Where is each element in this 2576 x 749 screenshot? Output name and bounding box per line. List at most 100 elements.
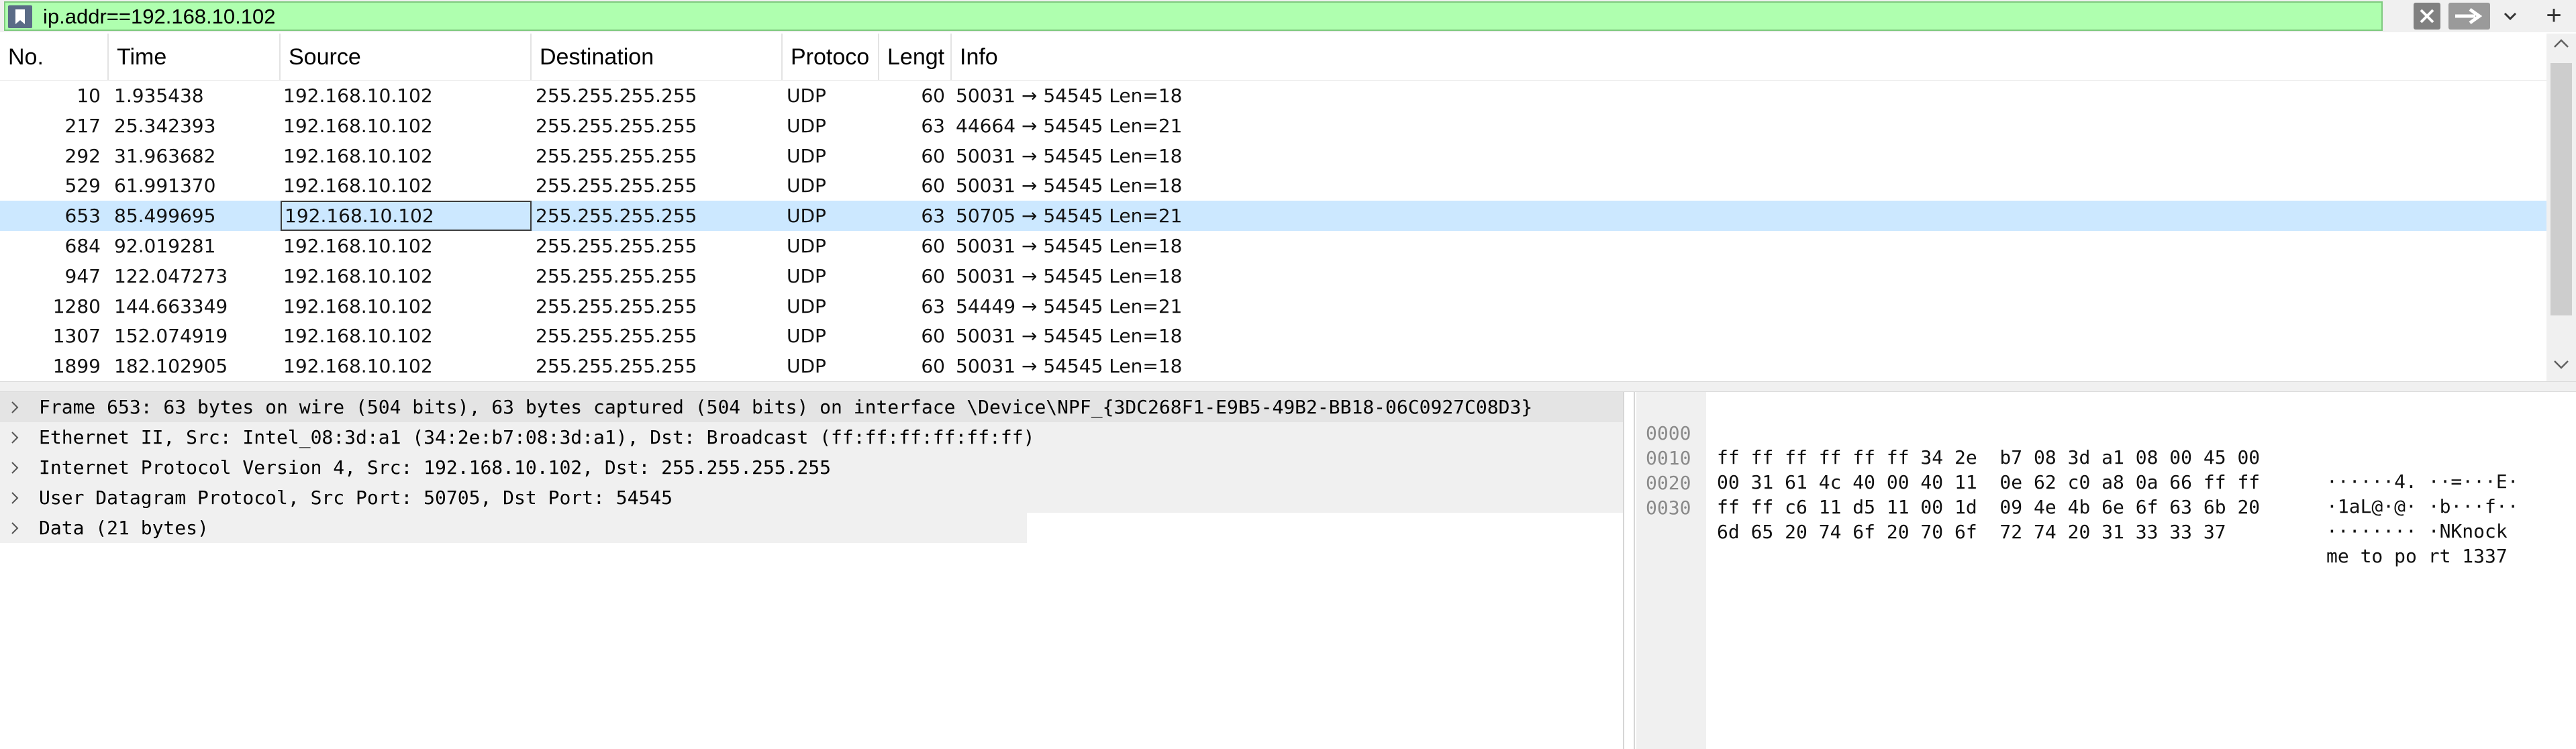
- cell-time: 61.991370: [114, 174, 216, 197]
- cell-protocol: UDP: [787, 205, 826, 228]
- cell-time: 182.102905: [114, 355, 228, 378]
- column-header-source[interactable]: Source: [281, 34, 532, 81]
- plus-icon[interactable]: +: [2534, 0, 2573, 32]
- display-filter-input[interactable]: ip.addr==192.168.10.102: [4, 1, 2383, 31]
- packet-list: No. Time Source Destination Protoco Leng…: [0, 34, 2576, 381]
- packet-row[interactable]: 217 25.342393 192.168.10.102 255.255.255.25…: [0, 111, 2546, 141]
- tree-item-ipv4[interactable]: Internet Protocol Version 4, Src: 192.16…: [0, 452, 1623, 483]
- cell-source: 192.168.10.102: [283, 174, 433, 197]
- hex-offset: 0030: [1646, 497, 1691, 519]
- cell-protocol: UDP: [787, 144, 826, 167]
- cell-destination: 255.255.255.255: [536, 85, 697, 107]
- cell-info: 44664 → 54545 Len=21: [956, 114, 1183, 137]
- tree-item-udp[interactable]: User Datagram Protocol, Src Port: 50705,…: [0, 483, 1623, 513]
- expand-arrow-icon[interactable]: [11, 401, 19, 414]
- cell-time: 31.963682: [114, 144, 216, 167]
- tree-item-ethernet[interactable]: Ethernet II, Src: Intel_08:3d:a1 (34:2e:…: [0, 422, 1623, 452]
- cell-destination: 255.255.255.255: [536, 114, 697, 137]
- hex-bytes[interactable]: 6d 65 20 74 6f 20 70 6f 72 74 20 31 33 3…: [1717, 520, 2226, 544]
- packet-row[interactable]: 10 1.935438 192.168.10.102 255.255.255.255 U…: [0, 81, 2546, 111]
- packet-list-scrollbar[interactable]: [2546, 34, 2576, 381]
- cell-length: 60: [921, 325, 945, 348]
- cell-length: 60: [921, 355, 945, 378]
- scrollbar-thumb[interactable]: [2550, 63, 2572, 315]
- cell-destination: 255.255.255.255: [536, 325, 697, 348]
- cell-time: 85.499695: [114, 205, 216, 228]
- packet-row[interactable]: 1307 152.074919 192.168.10.102 255.255.255.…: [0, 321, 2546, 351]
- pane-divider[interactable]: [1626, 392, 1635, 749]
- hex-bytes[interactable]: ff ff ff ff ff ff 34 2e b7 08 3d a1 08 0…: [1717, 446, 2260, 470]
- cell-length: 60: [921, 235, 945, 257]
- cell-no: 292: [64, 144, 101, 167]
- packet-row[interactable]: 1899 182.102905 192.168.10.102 255.255.255.…: [0, 351, 2546, 381]
- cell-no: 10: [77, 85, 101, 107]
- cell-source: 192.168.10.102: [283, 235, 433, 257]
- expand-arrow-icon[interactable]: [11, 491, 19, 505]
- cell-no: 684: [64, 235, 101, 257]
- cell-no: 947: [64, 264, 101, 287]
- cell-destination: 255.255.255.255: [536, 235, 697, 257]
- scroll-down-icon[interactable]: [2553, 360, 2569, 369]
- cell-no: 1307: [52, 325, 101, 348]
- tree-item-label: Data (21 bytes): [39, 517, 209, 539]
- clear-x-icon[interactable]: [2414, 3, 2440, 30]
- hex-ascii[interactable]: ······4. ··=···E·: [2326, 470, 2519, 494]
- cell-no: 217: [64, 114, 101, 137]
- pane-splitter[interactable]: [0, 381, 2576, 392]
- scroll-up-icon[interactable]: [2553, 39, 2569, 48]
- bookmark-icon[interactable]: [8, 5, 32, 28]
- tree-item-data[interactable]: Data (21 bytes): [0, 513, 1027, 543]
- cell-protocol: UDP: [787, 235, 826, 257]
- cell-info: 50031 → 54545 Len=18: [956, 325, 1183, 348]
- tree-item-frame[interactable]: Frame 653: 63 bytes on wire (504 bits), …: [0, 392, 1623, 422]
- tree-item-label: Frame 653: 63 bytes on wire (504 bits), …: [39, 396, 1533, 418]
- cell-info: 54449 → 54545 Len=21: [956, 295, 1183, 317]
- packet-row[interactable]: 1280 144.663349 192.168.10.102 255.255.255.…: [0, 291, 2546, 321]
- tree-item-label: User Datagram Protocol, Src Port: 50705,…: [39, 487, 673, 509]
- hex-line: 0020 ff ff c6 11 d5 11 00 1d 09 4e 4b 6e…: [1636, 447, 2508, 542]
- cell-protocol: UDP: [787, 325, 826, 348]
- packet-details-tree: Frame 653: 63 bytes on wire (504 bits), …: [0, 392, 1624, 749]
- expand-arrow-icon[interactable]: [11, 461, 19, 475]
- cell-destination: 255.255.255.255: [536, 174, 697, 197]
- packet-row[interactable]: 684 92.019281 192.168.10.102 255.255.255.25…: [0, 231, 2546, 261]
- column-header-no[interactable]: No.: [0, 34, 109, 81]
- display-filter-text[interactable]: ip.addr==192.168.10.102: [43, 5, 275, 29]
- cell-no: 1899: [52, 355, 101, 378]
- packet-rows: 10 1.935438 192.168.10.102 255.255.255.255 U…: [0, 81, 2546, 381]
- column-header-protocol[interactable]: Protoco: [783, 34, 879, 81]
- hex-bytes[interactable]: ff ff c6 11 d5 11 00 1d 09 4e 4b 6e 6f 6…: [1717, 495, 2260, 519]
- packet-row[interactable]: 292 31.963682 192.168.10.102 255.255.255.25…: [0, 141, 2546, 171]
- cell-source: 192.168.10.102: [283, 114, 433, 137]
- cell-time: 152.074919: [114, 325, 228, 348]
- packet-row[interactable]: 529 61.991370 192.168.10.102 255.255.255.25…: [0, 170, 2546, 201]
- cell-length: 60: [921, 174, 945, 197]
- packet-bytes-pane[interactable]: 0000 ff ff ff ff ff ff 34 2e b7 08 3d a1…: [1636, 392, 2576, 749]
- cell-info: 50705 → 54545 Len=21: [956, 205, 1183, 228]
- packet-list-header: No. Time Source Destination Protoco Leng…: [0, 34, 2546, 81]
- cell-info: 50031 → 54545 Len=18: [956, 264, 1183, 287]
- hex-bytes[interactable]: 00 31 61 4c 40 00 40 11 0e 62 c0 a8 0a 6…: [1717, 470, 2260, 495]
- cell-protocol: UDP: [787, 355, 826, 378]
- column-header-info[interactable]: Info: [952, 34, 2546, 81]
- cell-info: 50031 → 54545 Len=18: [956, 144, 1183, 167]
- column-header-length[interactable]: Lengt: [879, 34, 952, 81]
- packet-row[interactable]: 947 122.047273 192.168.10.102 255.255.255.2…: [0, 261, 2546, 291]
- hex-ascii[interactable]: me to po rt 1337: [2326, 544, 2508, 568]
- packet-row[interactable]: 653 85.499695 192.168.10.102 255.255.255.25…: [0, 201, 2546, 232]
- column-header-time[interactable]: Time: [109, 34, 281, 81]
- hex-ascii[interactable]: ·1aL@·@· ·b···f··: [2326, 495, 2519, 519]
- apply-arrow-icon[interactable]: [2448, 3, 2490, 30]
- cell-time: 25.342393: [114, 114, 216, 137]
- tree-item-label: Internet Protocol Version 4, Src: 192.16…: [39, 456, 832, 479]
- cell-time: 1.935438: [114, 85, 204, 107]
- cell-no: 653: [64, 205, 101, 228]
- cell-protocol: UDP: [787, 174, 826, 197]
- expand-arrow-icon[interactable]: [11, 431, 19, 444]
- chevron-down-icon[interactable]: [2497, 3, 2524, 30]
- cell-source: 192.168.10.102: [283, 144, 433, 167]
- expand-arrow-icon[interactable]: [11, 521, 19, 535]
- column-header-destination[interactable]: Destination: [532, 34, 783, 81]
- hex-ascii[interactable]: ········ ·NKnock: [2326, 519, 2519, 544]
- cell-source: 192.168.10.102: [283, 355, 433, 378]
